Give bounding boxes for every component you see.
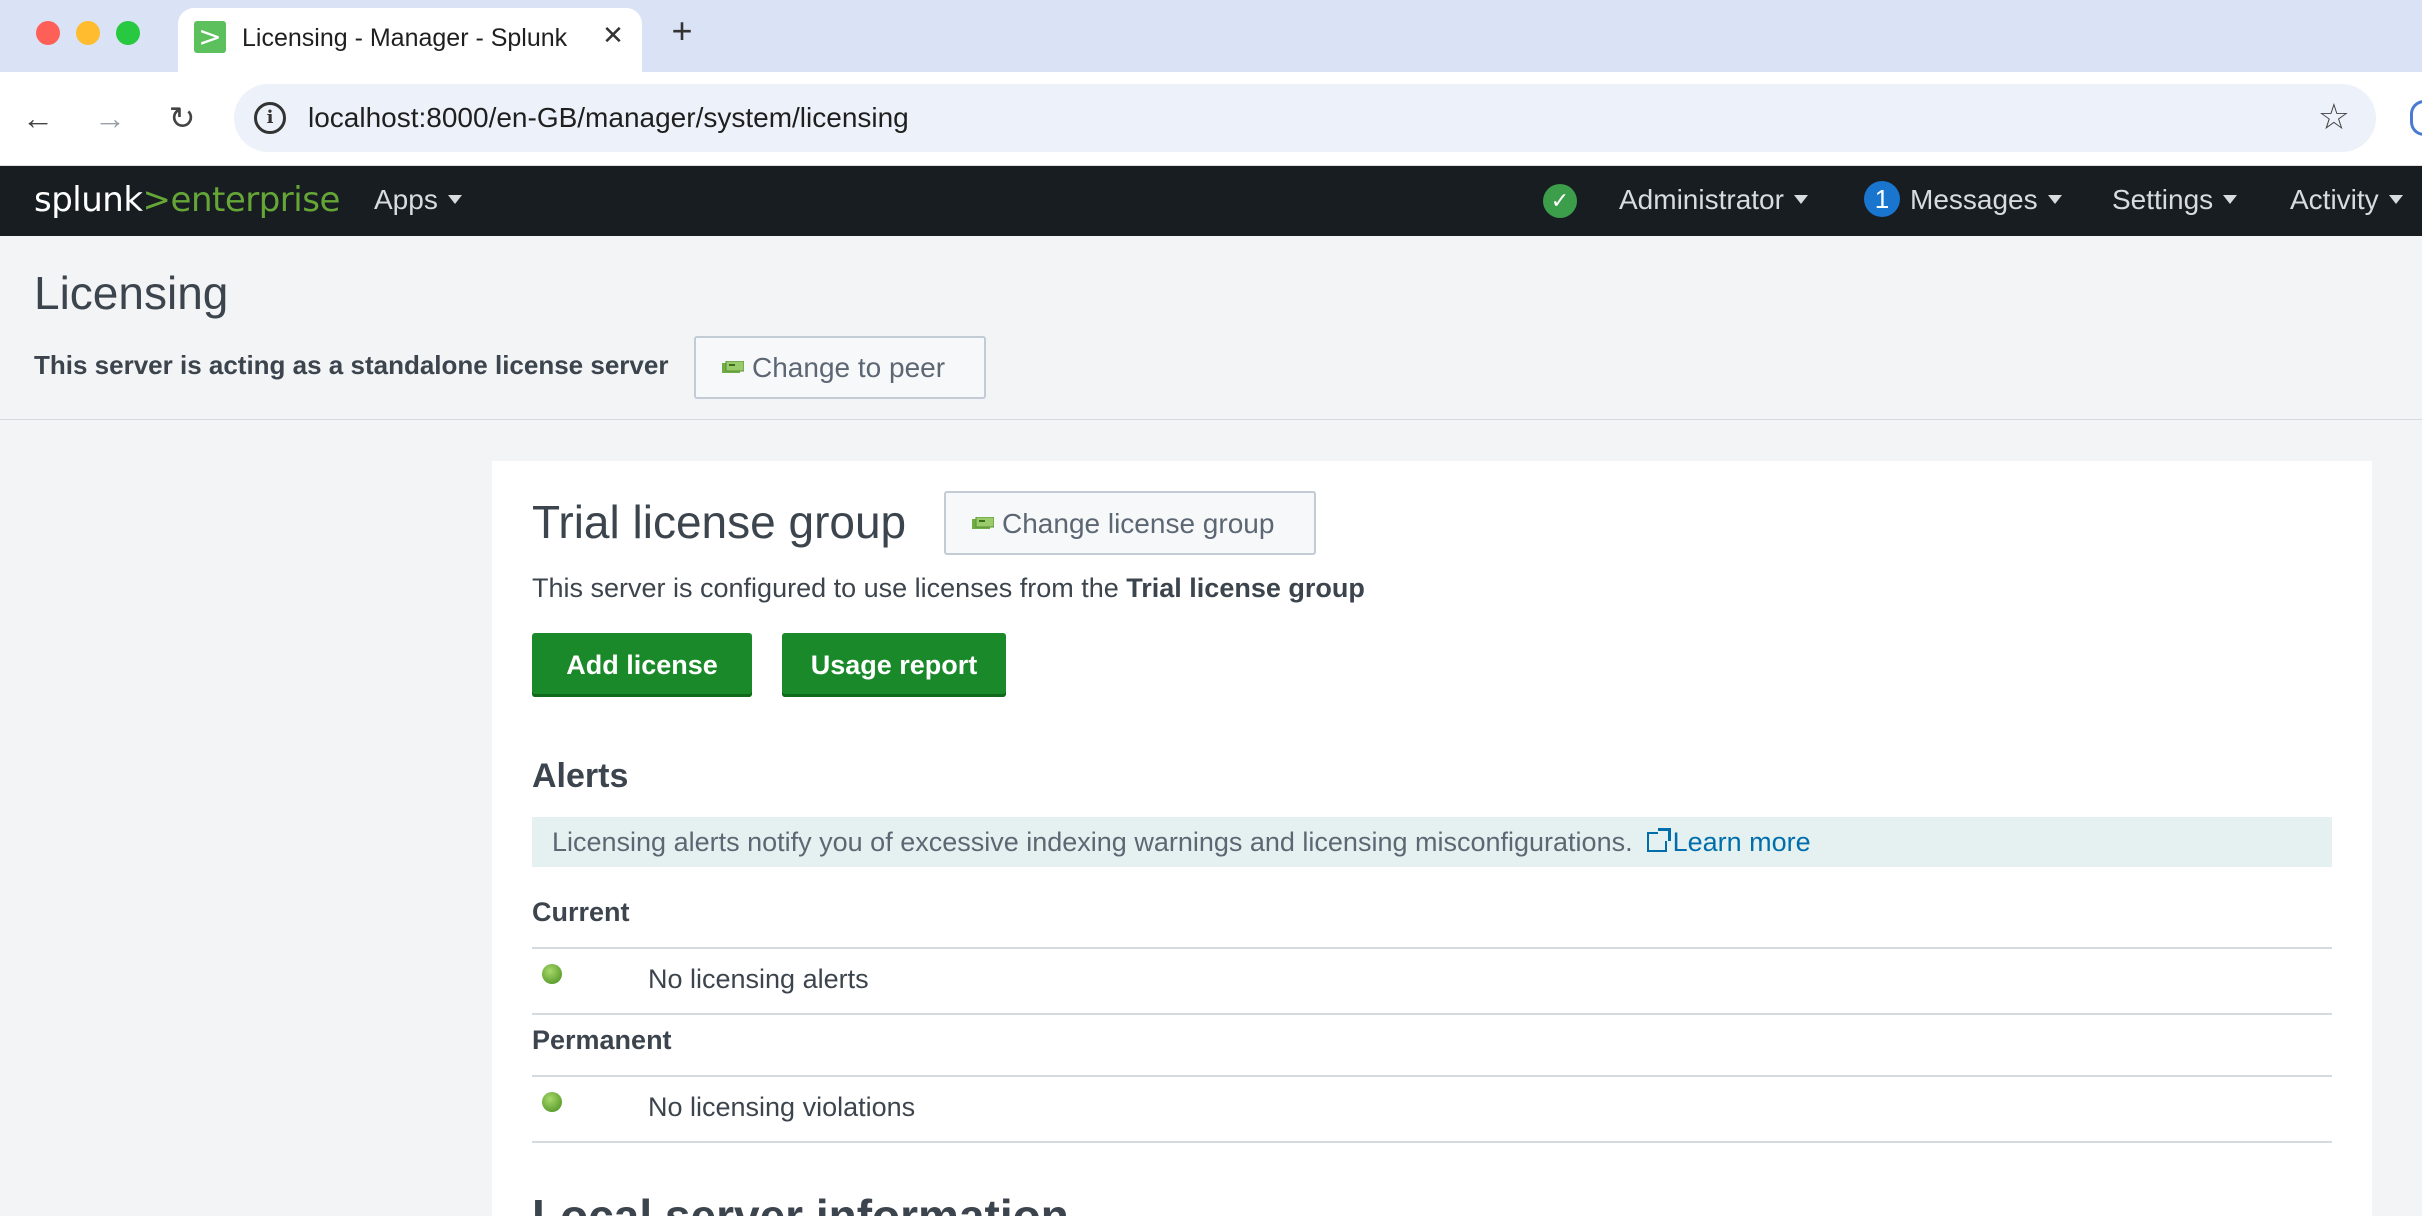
user-menu[interactable]: Administrator [1619,184,1808,216]
page-title: Licensing [34,267,229,319]
address-bar[interactable]: i localhost:8000/en-GB/manager/system/li… [234,84,2376,152]
license-group-title: Trial license group [532,496,907,548]
settings-menu-label: Settings [2112,184,2214,215]
alerts-info-banner: Licensing alerts notify you of excessive… [532,817,2332,867]
change-to-peer-label: Change to peer [752,352,946,383]
status-ok-icon [542,1092,562,1112]
chevron-down-icon [447,195,462,205]
divider [532,1075,2332,1077]
window-zoom-button[interactable] [116,21,140,45]
browser-toolbar: ← → ↻ i localhost:8000/en-GB/manager/sys… [0,72,2422,166]
url-text[interactable]: localhost:8000/en-GB/manager/system/lice… [308,102,909,134]
new-tab-button[interactable]: + [664,13,700,50]
bookmark-star-icon[interactable]: ☆ [2318,96,2350,138]
settings-menu[interactable]: Settings [2112,184,2238,216]
alerts-info-message: Licensing alerts notify you of excessive… [552,827,1633,857]
logo-product: enterprise [170,180,341,220]
browser-tab-bar: > Licensing - Manager - Splunk ✕ + [0,0,2422,72]
window-close-button[interactable] [36,21,60,45]
health-status-icon[interactable]: ✓ [1543,184,1577,218]
usage-report-button[interactable]: Usage report [782,633,1006,697]
tab-title: Licensing - Manager - Splunk [242,24,568,52]
activity-menu[interactable]: Activity [2290,184,2403,216]
messages-menu[interactable]: 1 Messages [1864,180,2062,217]
splunk-favicon-icon: > [194,21,226,53]
chevron-down-icon [1793,195,1808,205]
alerts-title: Alerts [532,757,629,795]
current-alerts-status: No licensing alerts [648,964,869,994]
config-group-name: Trial license group [1126,573,1365,603]
divider [532,1013,2332,1015]
logo-chevron: > [142,180,172,220]
messages-count-badge: 1 [1864,180,1900,217]
divider [532,1141,2332,1143]
chevron-down-icon [2223,195,2238,205]
tab-close-icon[interactable]: ✕ [598,20,628,50]
splunk-logo[interactable]: splunk>enterprise [34,180,340,220]
server-mode-text: This server is acting as a standalone li… [34,350,669,380]
divider [532,947,2332,949]
learn-more-link[interactable]: Learn more [1673,827,1811,857]
messages-menu-label: Messages [1910,184,2038,215]
apps-menu[interactable]: Apps [374,184,462,216]
page-header: Licensing This server is acting as a sta… [0,236,2422,420]
current-alerts-heading: Current [532,897,630,927]
apps-menu-label: Apps [374,184,438,215]
chevron-down-icon [2388,195,2403,205]
back-arrow-icon[interactable]: ← [18,98,58,138]
forward-arrow-icon[interactable]: → [90,98,130,138]
window-minimize-button[interactable] [76,21,100,45]
license-icon [972,516,994,529]
external-link-icon [1646,827,1671,852]
change-license-group-label: Change license group [1002,508,1275,539]
activity-menu-label: Activity [2290,184,2379,215]
alerts-info-text: Licensing alerts notify you of excessive… [552,827,1811,858]
license-icon [722,360,744,373]
config-prefix: This server is configured to use license… [532,573,1127,603]
permanent-alerts-heading: Permanent [532,1025,672,1055]
user-menu-label: Administrator [1619,184,1784,215]
permanent-alerts-status: No licensing violations [648,1092,916,1122]
license-config-text: This server is configured to use license… [532,573,1365,604]
splunk-top-bar: splunk>enterprise Apps ✓ Administrator 1… [0,166,2422,236]
status-ok-icon [542,964,562,984]
add-license-button[interactable]: Add license [532,633,752,697]
browser-tab-active[interactable]: > Licensing - Manager - Splunk ✕ [178,8,642,72]
reload-icon[interactable]: ↻ [162,98,202,138]
chevron-down-icon [2047,195,2062,205]
license-panel: Trial license group Change license group… [492,461,2372,1216]
site-info-icon[interactable]: i [254,102,286,134]
logo-word: splunk [34,180,143,220]
change-license-group-button[interactable]: Change license group [944,491,1316,555]
local-server-info-title: Local server information [532,1190,1069,1216]
change-to-peer-button[interactable]: Change to peer [694,336,986,399]
